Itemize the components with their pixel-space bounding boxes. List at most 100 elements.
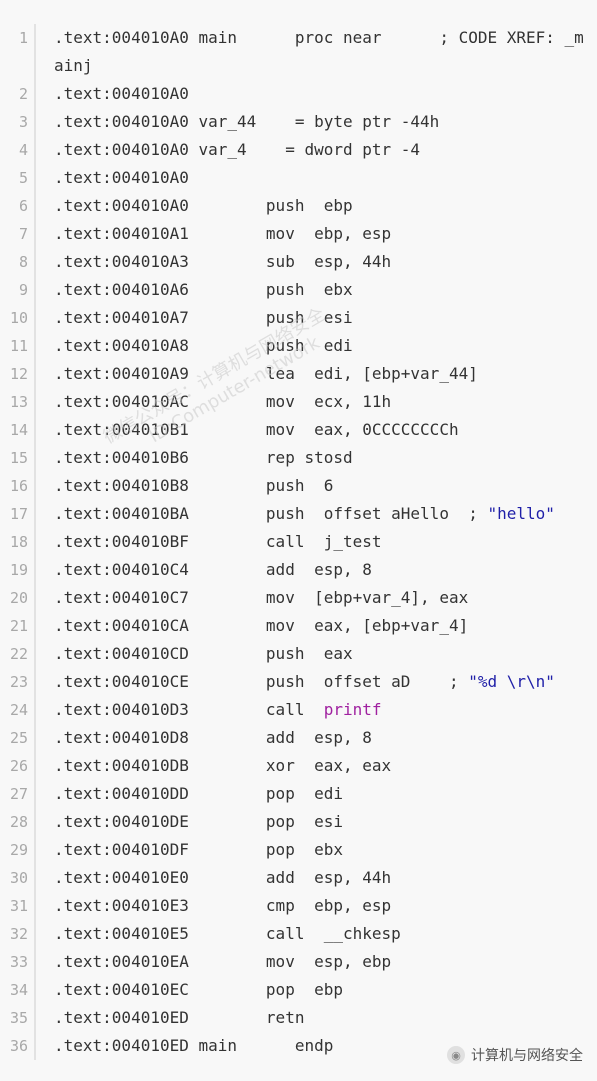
line-number: 32 xyxy=(9,925,28,943)
code-line: 2 .text:004010A0 xyxy=(0,80,597,108)
code-text: .text:004010CA mov eax, [ebp+var_4] xyxy=(54,616,469,635)
code-line: 25 .text:004010D8 add esp, 8 xyxy=(0,724,597,752)
code-line: 1 .text:004010A0 main proc near ; CODE XR… xyxy=(0,24,597,80)
line-number: 33 xyxy=(9,953,28,971)
code-line: 23 .text:004010CE push offset aD ; "%d \r… xyxy=(0,668,597,696)
line-text: .text:004010A0 push ebp xyxy=(54,192,584,220)
line-number: 24 xyxy=(9,701,28,719)
line-text: .text:004010A6 push ebx xyxy=(54,276,584,304)
line-text: .text:004010DE pop esi xyxy=(54,808,584,836)
code-line: 13 .text:004010AC mov ecx, 11h xyxy=(0,388,597,416)
line-text: .text:004010C7 mov [ebp+var_4], eax xyxy=(54,584,584,612)
code-text: .text:004010DE pop esi xyxy=(54,812,343,831)
code-line: 30 .text:004010E0 add esp, 44h xyxy=(0,864,597,892)
code-line: 27 .text:004010DD pop edi xyxy=(0,780,597,808)
line-text: .text:004010ED retn xyxy=(54,1004,584,1032)
line-number: 2 xyxy=(18,85,28,103)
code-text: .text:004010A7 push esi xyxy=(54,308,353,327)
line-text: .text:004010DD pop edi xyxy=(54,780,584,808)
code-text: .text:004010A1 mov ebp, esp xyxy=(54,224,392,243)
line-number: 6 xyxy=(18,197,28,215)
code-text: .text:004010BA push offset aHello ; xyxy=(54,504,488,523)
code-line: 3 .text:004010A0 var_44 = byte ptr -44h xyxy=(0,108,597,136)
code-line: 31 .text:004010E3 cmp ebp, esp xyxy=(0,892,597,920)
code-line: 24 .text:004010D3 call printf xyxy=(0,696,597,724)
code-text: .text:004010A8 push edi xyxy=(54,336,353,355)
line-number: 22 xyxy=(9,645,28,663)
code-line: 7 .text:004010A1 mov ebp, esp xyxy=(0,220,597,248)
code-text: .text:004010EC pop ebp xyxy=(54,980,343,999)
code-text: .text:004010ED main endp xyxy=(54,1036,334,1055)
line-number: 1 xyxy=(18,29,28,47)
code-text: .text:004010AC mov ecx, 11h xyxy=(54,392,392,411)
code-line: 12 .text:004010A9 lea edi, [ebp+var_44] xyxy=(0,360,597,388)
line-text: .text:004010E0 add esp, 44h xyxy=(54,864,584,892)
code-line: 4 .text:004010A0 var_4 = dword ptr -4 xyxy=(0,136,597,164)
line-number: 8 xyxy=(18,253,28,271)
line-number: 11 xyxy=(9,337,28,355)
line-text: .text:004010CD push eax xyxy=(54,640,584,668)
string-literal: "%d \r\n" xyxy=(468,672,555,691)
line-number: 26 xyxy=(9,757,28,775)
code-line: 26 .text:004010DB xor eax, eax xyxy=(0,752,597,780)
line-text: .text:004010C4 add esp, 8 xyxy=(54,556,584,584)
code-line: 19 .text:004010C4 add esp, 8 xyxy=(0,556,597,584)
code-text: .text:004010C4 add esp, 8 xyxy=(54,560,372,579)
code-text: .text:004010D8 add esp, 8 xyxy=(54,728,372,747)
code-line: 15 .text:004010B6 rep stosd xyxy=(0,444,597,472)
line-text: .text:004010E3 cmp ebp, esp xyxy=(54,892,584,920)
line-number: 35 xyxy=(9,1009,28,1027)
code-line: 20 .text:004010C7 mov [ebp+var_4], eax xyxy=(0,584,597,612)
line-text: .text:004010D3 call printf xyxy=(54,696,584,724)
line-text: .text:004010CE push offset aD ; "%d \r\n… xyxy=(54,668,584,696)
line-number: 10 xyxy=(9,309,28,327)
line-number: 9 xyxy=(18,281,28,299)
line-text: .text:004010B1 mov eax, 0CCCCCCCCh xyxy=(54,416,584,444)
line-text: .text:004010D8 add esp, 8 xyxy=(54,724,584,752)
code-text: .text:004010D3 call xyxy=(54,700,324,719)
code-line: 18 .text:004010BF call j_test xyxy=(0,528,597,556)
code-line: 9 .text:004010A6 push ebx xyxy=(0,276,597,304)
line-text: .text:004010A1 mov ebp, esp xyxy=(54,220,584,248)
line-text: .text:004010A0 var_4 = dword ptr -4 xyxy=(54,136,584,164)
code-text: .text:004010E0 add esp, 44h xyxy=(54,868,392,887)
code-text: .text:004010CE push offset aD ; xyxy=(54,672,469,691)
code-view: 1 .text:004010A0 main proc near ; CODE XR… xyxy=(0,0,597,1081)
code-text: .text:004010ED retn xyxy=(54,1008,305,1027)
code-line: 32 .text:004010E5 call __chkesp xyxy=(0,920,597,948)
function-name: printf xyxy=(323,700,382,719)
line-text: .text:004010A0 main proc near ; CODE XRE… xyxy=(54,24,584,80)
wechat-icon: ◉ xyxy=(447,1046,465,1064)
code-text: .text:004010CD push eax xyxy=(54,644,353,663)
code-text: .text:004010A0 push ebp xyxy=(54,196,353,215)
line-number: 30 xyxy=(9,869,28,887)
code-line: 35 .text:004010ED retn xyxy=(0,1004,597,1032)
code-text: .text:004010EA mov esp, ebp xyxy=(54,952,392,971)
line-number: 25 xyxy=(9,729,28,747)
line-number: 27 xyxy=(9,785,28,803)
line-text: .text:004010BA push offset aHello ; "hel… xyxy=(54,500,584,528)
line-number: 4 xyxy=(18,141,28,159)
line-number: 12 xyxy=(9,365,28,383)
line-number: 23 xyxy=(9,673,28,691)
code-text: .text:004010A0 var_44 = byte ptr -44h xyxy=(54,112,440,131)
code-text: .text:004010BF call j_test xyxy=(54,532,382,551)
line-number: 21 xyxy=(9,617,28,635)
code-line: 22 .text:004010CD push eax xyxy=(0,640,597,668)
code-line: 29 .text:004010DF pop ebx xyxy=(0,836,597,864)
line-number: 16 xyxy=(9,477,28,495)
code-text: .text:004010A0 var_4 = dword ptr -4 xyxy=(54,140,421,159)
line-number: 17 xyxy=(9,505,28,523)
line-text: .text:004010CA mov eax, [ebp+var_4] xyxy=(54,612,584,640)
code-text: .text:004010DB xor eax, eax xyxy=(54,756,392,775)
line-number: 28 xyxy=(9,813,28,831)
code-line: 8 .text:004010A3 sub esp, 44h xyxy=(0,248,597,276)
line-text: .text:004010A0 var_44 = byte ptr -44h xyxy=(54,108,584,136)
code-line: 11 .text:004010A8 push edi xyxy=(0,332,597,360)
line-text: .text:004010DF pop ebx xyxy=(54,836,584,864)
code-line: 34 .text:004010EC pop ebp xyxy=(0,976,597,1004)
code-line: 10 .text:004010A7 push esi xyxy=(0,304,597,332)
brand-footer: ◉ 计算机与网络安全 xyxy=(447,1045,583,1065)
string-literal: "hello" xyxy=(487,504,555,523)
line-text: .text:004010A0 xyxy=(54,164,584,192)
